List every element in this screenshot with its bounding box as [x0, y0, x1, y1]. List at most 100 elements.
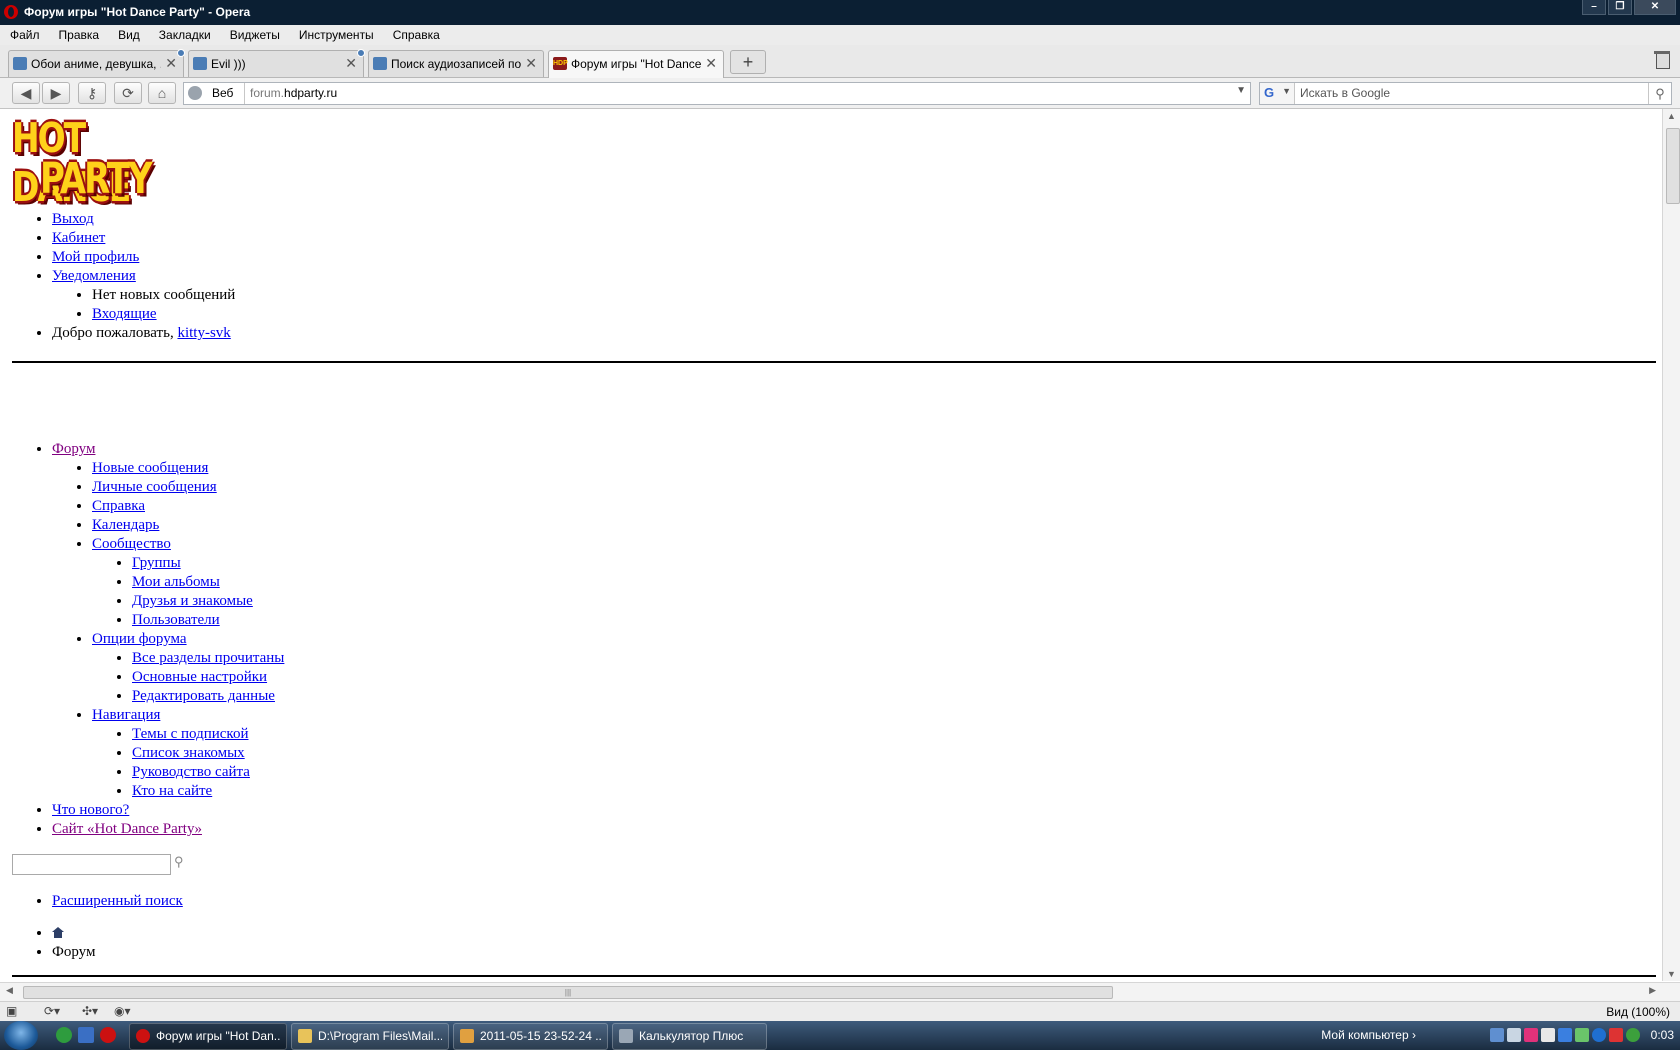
volume-icon[interactable]: [1507, 1028, 1521, 1042]
search-icon[interactable]: ⚲: [174, 854, 192, 872]
tab-wallpapers[interactable]: Обои аниме, девушка, ... ✕: [8, 49, 185, 77]
cabinet-link[interactable]: Кабинет: [52, 230, 105, 246]
menu-bookmarks[interactable]: Закладки: [149, 25, 220, 45]
logout-link[interactable]: Выход: [52, 211, 94, 227]
home-button[interactable]: ⌂: [148, 82, 176, 104]
edit-data-link[interactable]: Редактировать данные: [132, 688, 275, 704]
new-tab-button[interactable]: +: [730, 50, 766, 74]
site-guide-link[interactable]: Руководство сайта: [132, 764, 250, 780]
sync-icon[interactable]: ⟳▾: [44, 1004, 60, 1018]
opera-icon: [136, 1029, 150, 1043]
menu-file[interactable]: Файл: [0, 25, 49, 45]
minimize-button[interactable]: –: [1582, 0, 1606, 15]
wand-key-icon[interactable]: ⚷: [78, 82, 106, 104]
list-item: Входящие: [92, 305, 235, 324]
menu-view[interactable]: Вид: [108, 25, 149, 45]
task-image-viewer[interactable]: 2011-05-15 23-52-24 ...: [453, 1023, 608, 1050]
task-explorer[interactable]: D:\Program Files\Mail....: [291, 1023, 449, 1050]
menu-tools[interactable]: Инструменты: [289, 25, 383, 45]
whats-new-link[interactable]: Что нового?: [52, 802, 129, 818]
tab-close-icon[interactable]: ✕: [525, 55, 537, 72]
opera-icon[interactable]: [100, 1027, 116, 1043]
utorrent-icon[interactable]: [56, 1027, 72, 1043]
forum-options-link[interactable]: Опции форума: [92, 631, 187, 647]
network-icon[interactable]: [1490, 1028, 1504, 1042]
settings-link[interactable]: Основные настройки: [132, 669, 267, 685]
search-input[interactable]: G ▼ Искать в Google ⚲: [1259, 82, 1672, 105]
forward-button[interactable]: ▶: [42, 82, 70, 104]
advanced-search-link[interactable]: Расширенный поиск: [52, 893, 183, 909]
close-window-button[interactable]: ✕: [1634, 0, 1676, 15]
vertical-scrollbar[interactable]: ▲ ▼: [1662, 109, 1680, 981]
turbo-icon[interactable]: ◉▾: [114, 1004, 131, 1018]
tab-hdp-forum[interactable]: HDP Форум игры "Hot Dance... ✕: [548, 50, 724, 78]
menu-help[interactable]: Справка: [383, 25, 449, 45]
quicklaunch-icon[interactable]: [78, 1027, 94, 1043]
help-link[interactable]: Справка: [92, 498, 145, 514]
subscribed-threads-link[interactable]: Темы с подпиской: [132, 726, 248, 742]
nav-forum-link[interactable]: Форум: [52, 441, 95, 457]
friends-link[interactable]: Друзья и знакомые: [132, 593, 253, 609]
username-link[interactable]: kitty-svk: [177, 325, 230, 341]
navigation-link[interactable]: Навигация: [92, 707, 160, 723]
language-icon[interactable]: [1541, 1028, 1555, 1042]
new-posts-link[interactable]: Новые сообщения: [92, 460, 208, 476]
task-calculator[interactable]: Калькулятор Плюс: [612, 1023, 767, 1050]
groups-link[interactable]: Группы: [132, 555, 181, 571]
tab-close-icon[interactable]: ✕: [165, 55, 177, 72]
scroll-right-icon[interactable]: ▶: [1649, 985, 1656, 996]
calendar-link[interactable]: Календарь: [92, 517, 159, 533]
albums-link[interactable]: Мои альбомы: [132, 574, 220, 590]
who-online-link[interactable]: Кто на сайте: [132, 783, 212, 799]
home-icon[interactable]: [52, 927, 64, 938]
private-messages-link[interactable]: Личные сообщения: [92, 479, 217, 495]
inbox-link[interactable]: Входящие: [92, 306, 157, 322]
address-field[interactable]: Веб forum.hdparty.ru ▼: [183, 82, 1251, 105]
menu-widgets[interactable]: Виджеты: [220, 25, 289, 45]
reload-button[interactable]: ⟳: [114, 82, 142, 104]
community-link[interactable]: Сообщество: [92, 536, 171, 552]
scroll-down-icon[interactable]: ▼: [1667, 969, 1676, 979]
agent-icon[interactable]: [1524, 1028, 1538, 1042]
scroll-left-icon[interactable]: ◀: [6, 985, 13, 996]
tab-close-icon[interactable]: ✕: [705, 55, 717, 72]
menu-edit[interactable]: Правка: [49, 25, 109, 45]
chevron-down-icon[interactable]: ▼: [1236, 85, 1246, 96]
search-icon[interactable]: ⚲: [1648, 83, 1671, 104]
address-url[interactable]: forum.hdparty.ru: [250, 86, 337, 100]
scroll-up-icon[interactable]: ▲: [1667, 111, 1676, 121]
trash-icon[interactable]: [1654, 50, 1670, 70]
notifications-link[interactable]: Уведомления: [52, 268, 136, 284]
contacts-link[interactable]: Список знакомых: [132, 745, 245, 761]
mail-icon[interactable]: [1558, 1028, 1572, 1042]
flash-icon[interactable]: [1592, 1028, 1606, 1042]
list-item: Все разделы прочитаны: [132, 649, 284, 668]
my-computer-label[interactable]: Мой компьютер ›: [1321, 1028, 1416, 1042]
start-button[interactable]: [4, 1021, 38, 1050]
forum-search-input[interactable]: [12, 854, 171, 875]
security-icon[interactable]: [1609, 1028, 1623, 1042]
users-link[interactable]: Пользователи: [132, 612, 220, 628]
tab-close-icon[interactable]: ✕: [345, 55, 357, 72]
panel-toggle-icon[interactable]: ▣: [6, 1004, 17, 1018]
tab-evil[interactable]: Evil ))) ✕: [188, 49, 365, 77]
forum-navigation: Форум Новые сообщения Личные сообщения С…: [12, 440, 284, 839]
maximize-button[interactable]: ❐: [1608, 0, 1632, 15]
back-button[interactable]: ◀: [12, 82, 40, 104]
profile-link[interactable]: Мой профиль: [52, 249, 139, 265]
skype-icon[interactable]: [1575, 1028, 1589, 1042]
unite-icon[interactable]: ✣▾: [82, 1004, 98, 1018]
search-engine-selector[interactable]: G ▼: [1260, 83, 1295, 104]
icq-icon[interactable]: [1626, 1028, 1640, 1042]
clock[interactable]: 0:03: [1651, 1028, 1674, 1042]
advanced-search-list: Расширенный поиск: [12, 892, 183, 911]
site-link[interactable]: Сайт «Hot Dance Party»: [52, 821, 202, 837]
task-opera[interactable]: Форум игры "Hot Dan...: [129, 1023, 287, 1050]
horizontal-scrollbar[interactable]: ◀ ||| ▶: [0, 982, 1680, 1001]
scrollbar-thumb[interactable]: [1666, 128, 1680, 204]
zoom-level[interactable]: Вид (100%): [1606, 1005, 1670, 1019]
tab-audio-search[interactable]: Поиск аудиозаписей по... ✕: [368, 50, 544, 77]
scrollbar-thumb[interactable]: |||: [23, 986, 1113, 999]
hdp-logo[interactable]: HOT DANCE PARTY: [12, 113, 190, 211]
mark-read-link[interactable]: Все разделы прочитаны: [132, 650, 284, 666]
